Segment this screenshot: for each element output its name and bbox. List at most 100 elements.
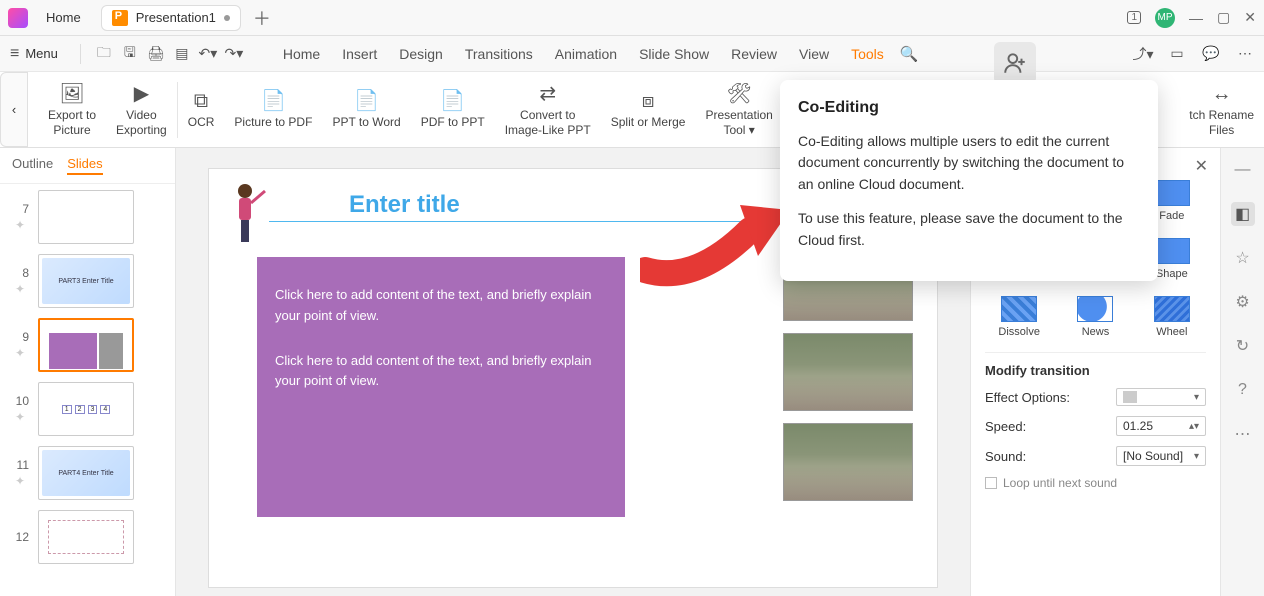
chevron-down-icon: ▾ xyxy=(1194,451,1199,462)
co-editing-button[interactable] xyxy=(994,42,1036,84)
help-icon[interactable]: ? xyxy=(1231,378,1255,402)
teacher-figure-icon xyxy=(227,181,267,251)
object-layer-icon[interactable]: ◧ xyxy=(1231,202,1255,226)
content-text-box[interactable]: Click here to add content of the text, a… xyxy=(257,257,625,517)
ribbon-scroll-left[interactable]: ‹ xyxy=(0,72,28,147)
close-panel-button[interactable]: ✕ xyxy=(1195,156,1208,176)
thumb-row[interactable]: 9✦ xyxy=(8,318,167,372)
slide-thumb-7[interactable] xyxy=(38,190,134,244)
thumb-row[interactable]: 10✦ 1234 xyxy=(8,382,167,436)
transition-news[interactable]: News xyxy=(1061,296,1129,338)
tool-label: Split or Merge xyxy=(611,115,686,129)
slide-thumb-12[interactable] xyxy=(38,510,134,564)
settings-sliders-icon[interactable]: ⚙ xyxy=(1231,290,1255,314)
outline-tabs: Outline Slides xyxy=(0,148,175,184)
loop-checkbox[interactable] xyxy=(985,477,997,489)
new-tab-button[interactable]: ＋ xyxy=(253,5,271,31)
tab-home[interactable]: Home xyxy=(283,46,320,62)
slide-title[interactable]: Enter title xyxy=(349,191,460,219)
print-preview-icon[interactable]: ▤ xyxy=(173,45,191,63)
maximize-button[interactable]: ▢ xyxy=(1217,9,1230,26)
convert-imagelike-button[interactable]: ⇄Convert to Image-Like PPT xyxy=(495,72,601,147)
minimize-button[interactable]: — xyxy=(1189,10,1203,26)
animation-star-icon: ✦ xyxy=(15,410,25,424)
animation-star-icon: ✦ xyxy=(15,282,25,296)
tab-design[interactable]: Design xyxy=(399,46,443,62)
slide-thumb-10[interactable]: 1234 xyxy=(38,382,134,436)
tab-view[interactable]: View xyxy=(799,46,829,62)
batch-rename-button[interactable]: ↔tch Rename Files xyxy=(1189,72,1264,147)
thumb-row[interactable]: 7✦ xyxy=(8,190,167,244)
history-icon[interactable]: ↻ xyxy=(1231,334,1255,358)
animation-star-icon: ✦ xyxy=(15,474,25,488)
tool-label: Picture to PDF xyxy=(234,115,312,129)
thumb-caption: PART3 Enter Title xyxy=(42,258,130,304)
slides-tab[interactable]: Slides xyxy=(67,156,102,175)
search-icon[interactable]: 🔍 xyxy=(900,45,919,63)
split-merge-button[interactable]: ⧈Split or Merge xyxy=(601,72,696,147)
slide-thumb-8[interactable]: PART3 Enter Title xyxy=(38,254,134,308)
tab-tools[interactable]: Tools xyxy=(851,46,884,62)
pdf-to-ppt-button[interactable]: 📄PDF to PPT xyxy=(411,72,495,147)
thumb-number: 8 xyxy=(11,266,29,280)
share-icon[interactable]: ⤴▾ xyxy=(1134,45,1152,63)
export-picture-icon: 🖼 xyxy=(59,82,84,106)
separator-icon xyxy=(80,44,81,64)
more-strip-icon[interactable]: ⋯ xyxy=(1231,422,1255,446)
picture-to-pdf-button[interactable]: 📄Picture to PDF xyxy=(224,72,322,147)
open-icon[interactable]: 🗀 xyxy=(95,45,113,63)
loop-label: Loop until next sound xyxy=(1003,476,1117,490)
animation-star-icon: ✦ xyxy=(15,218,25,232)
menu-icon[interactable]: ≡ xyxy=(10,45,19,63)
ppt-to-word-button[interactable]: 📄PPT to Word xyxy=(322,72,410,147)
menu-label[interactable]: Menu xyxy=(25,46,58,61)
video-exporting-button[interactable]: ▶Video Exporting xyxy=(106,72,177,147)
transition-dissolve[interactable]: Dissolve xyxy=(985,296,1053,338)
export-to-picture-button[interactable]: 🖼Export to Picture xyxy=(38,72,106,147)
image-placeholder-2[interactable] xyxy=(783,333,913,411)
speed-value: 01.25 xyxy=(1123,419,1153,433)
ocr-button[interactable]: ⧉OCR xyxy=(178,72,225,147)
outline-tab[interactable]: Outline xyxy=(12,156,53,175)
trans-label: News xyxy=(1082,326,1110,338)
redo-icon[interactable]: ↷▾ xyxy=(225,45,243,63)
doc-title: Presentation1 xyxy=(136,10,216,25)
quick-access-toolbar: 🗀 🖫 🖨 ▤ ↶▾ ↷▾ xyxy=(95,45,243,63)
transition-wheel[interactable]: Wheel xyxy=(1138,296,1206,338)
collapse-strip-icon[interactable]: — xyxy=(1231,158,1255,182)
speed-spinner[interactable]: 01.25▴▾ xyxy=(1116,416,1206,436)
tab-slideshow[interactable]: Slide Show xyxy=(639,46,709,62)
thumb-row[interactable]: 11✦ PART4 Enter Title xyxy=(8,446,167,500)
chat-icon[interactable]: 💬 xyxy=(1202,45,1220,63)
image-placeholder-3[interactable] xyxy=(783,423,913,501)
slide-thumbnail-list[interactable]: 7✦ 8✦ PART3 Enter Title 9✦ 10✦ 1234 11✦ … xyxy=(0,184,175,596)
avatar[interactable]: MP xyxy=(1155,8,1175,28)
slide-thumb-11[interactable]: PART4 Enter Title xyxy=(38,446,134,500)
modify-transition-label: Modify transition xyxy=(985,363,1206,378)
document-tab[interactable]: Presentation1 xyxy=(101,5,241,31)
undo-icon[interactable]: ↶▾ xyxy=(199,45,217,63)
favorites-icon[interactable]: ☆ xyxy=(1231,246,1255,270)
presenter-badge[interactable]: 1 xyxy=(1127,11,1141,24)
sound-combo[interactable]: [No Sound]▾ xyxy=(1116,446,1206,466)
print-icon[interactable]: 🖨 xyxy=(147,45,165,63)
tab-insert[interactable]: Insert xyxy=(342,46,377,62)
ribbon-tabs: Home Insert Design Transitions Animation… xyxy=(283,46,884,62)
rename-icon: ↔ xyxy=(1212,82,1232,106)
close-button[interactable]: ✕ xyxy=(1244,9,1256,26)
tab-animation[interactable]: Animation xyxy=(555,46,617,62)
slide-thumb-9-selected[interactable] xyxy=(38,318,134,372)
presentation-tool-button[interactable]: 🛠Presentation Tool ▾ xyxy=(695,72,782,147)
effect-options-label: Effect Options: xyxy=(985,390,1070,405)
tab-transitions[interactable]: Transitions xyxy=(465,46,533,62)
more-icon[interactable]: ⋯ xyxy=(1236,45,1254,63)
effect-options-combo[interactable]: ▾ xyxy=(1116,388,1206,406)
thumb-row[interactable]: 8 ✦ PART3 Enter Title xyxy=(8,254,167,308)
screen-icon[interactable]: ▭ xyxy=(1168,45,1186,63)
tab-review[interactable]: Review xyxy=(731,46,777,62)
thumb-row[interactable]: 12 xyxy=(8,510,167,564)
save-icon[interactable]: 🖫 xyxy=(121,45,139,63)
image-column xyxy=(783,243,913,501)
thumb-number: 7 xyxy=(11,202,29,216)
home-tab[interactable]: Home xyxy=(34,6,93,29)
